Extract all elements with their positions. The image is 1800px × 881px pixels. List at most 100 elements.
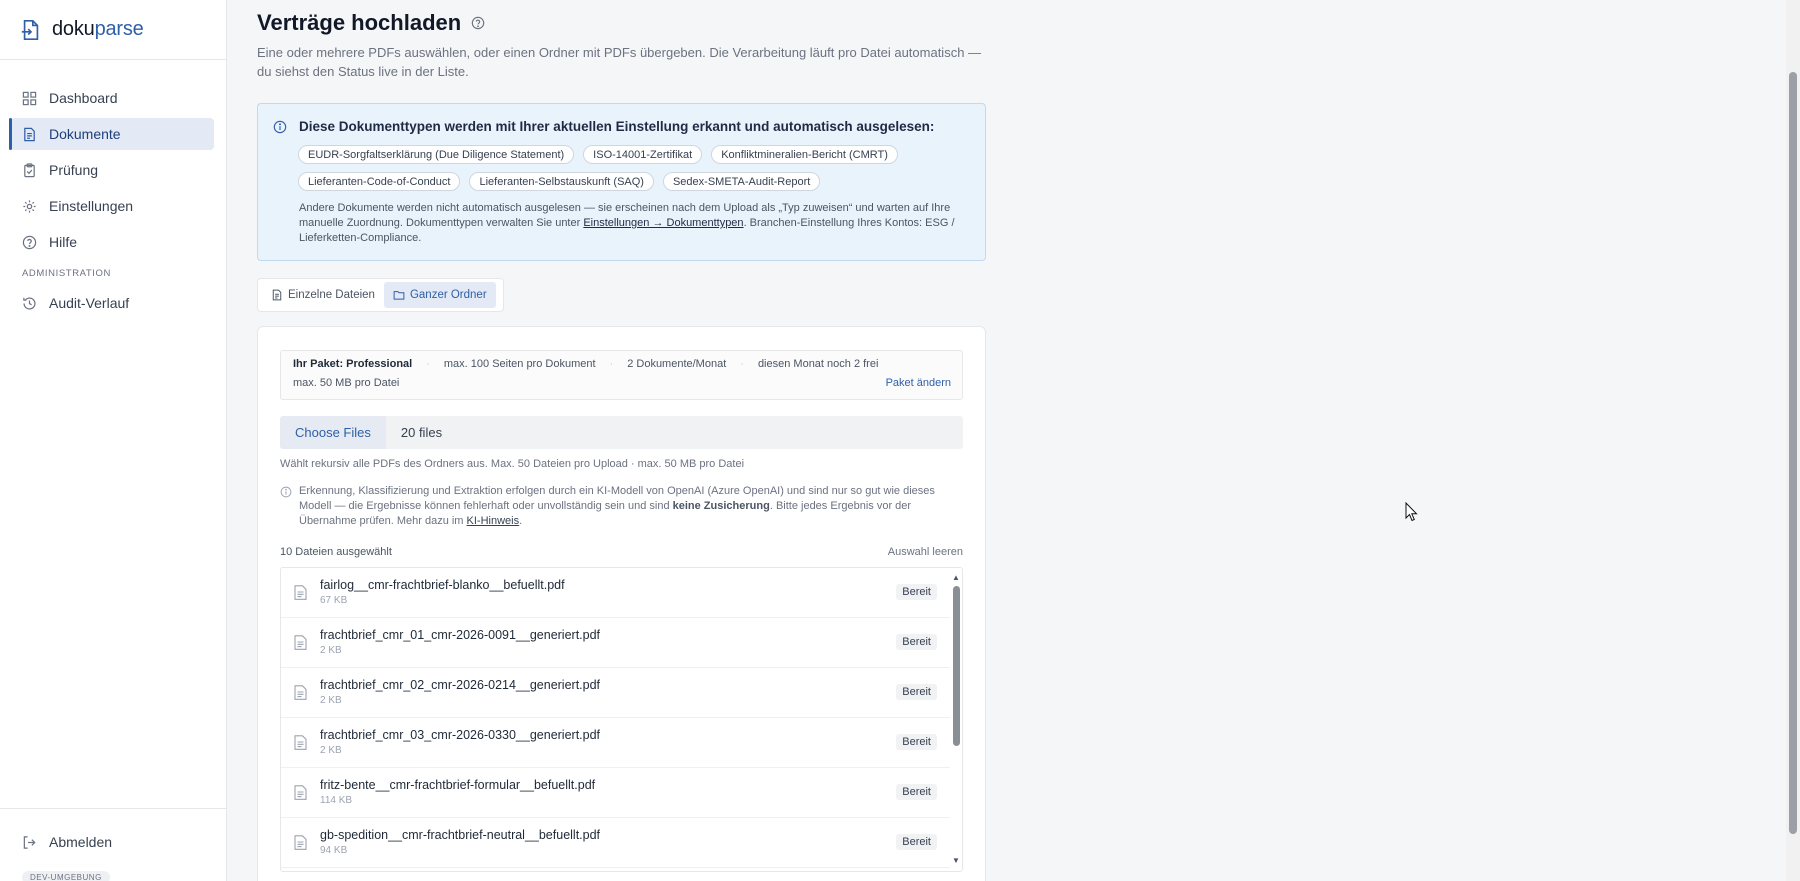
plan-remaining: diesen Monat noch 2 frei bbox=[757, 358, 879, 370]
doc-type-chip: Konfliktmineralien-Bericht (CMRT) bbox=[711, 145, 898, 164]
logout-icon bbox=[23, 835, 36, 849]
upload-hint: Wählt rekursiv alle PDFs des Ordners aus… bbox=[280, 458, 745, 470]
env-badge: DEV-UMGEBUNG bbox=[22, 871, 110, 881]
page-subtitle: Eine oder mehrere PDFs auswählen, oder e… bbox=[257, 45, 982, 79]
ai-disclaimer: Erkennung, Klassifizierung und Extraktio… bbox=[280, 484, 963, 529]
pdf-file-icon bbox=[294, 585, 307, 600]
folder-icon bbox=[393, 291, 405, 300]
help-circle-icon[interactable] bbox=[471, 16, 485, 30]
list-item: fritz-bente__cmr-frachtbrief-formular__b… bbox=[281, 768, 962, 818]
sidebar-item-label: Audit-Verlauf bbox=[49, 295, 130, 311]
separator: · bbox=[609, 358, 614, 370]
doc-type-chip: Lieferanten-Code-of-Conduct bbox=[298, 172, 461, 191]
sidebar-item-audit-verlauf[interactable]: Audit-Verlauf bbox=[10, 287, 214, 319]
file-size: 2 KB bbox=[320, 745, 342, 756]
tab-whole-folder[interactable]: Ganzer Ordner bbox=[383, 282, 496, 308]
list-item: gb-spedition__cmr-frachtbrief-neutral__b… bbox=[281, 818, 962, 868]
list-scrollbar[interactable]: ▲ ▼ bbox=[950, 568, 962, 871]
mouse-cursor-icon bbox=[1405, 502, 1418, 522]
sidebar-item-dokumente[interactable]: Dokumente bbox=[9, 118, 214, 150]
pdf-file-icon bbox=[294, 685, 307, 700]
file-name: gb-spedition__cmr-frachtbrief-neutral__b… bbox=[320, 828, 601, 842]
plan-docs-limit: 2 Dokumente/Monat bbox=[627, 358, 727, 370]
pdf-file-icon bbox=[294, 635, 307, 650]
doc-types-settings-link[interactable]: Einstellungen → Dokumenttypen bbox=[583, 217, 743, 229]
sidebar-item-label: Dashboard bbox=[49, 90, 118, 106]
folder-file-input[interactable]: Choose Files 20 files bbox=[280, 416, 963, 449]
list-scrollbar-thumb[interactable] bbox=[953, 586, 960, 746]
tab-label: Einzelne Dateien bbox=[288, 289, 375, 301]
gear-icon bbox=[23, 199, 36, 213]
sidebar-item-einstellungen[interactable]: Einstellungen bbox=[10, 190, 214, 222]
page-scrollbar-thumb[interactable] bbox=[1789, 72, 1797, 834]
ai-disclaimer-bold: keine Zusicherung bbox=[672, 500, 770, 512]
plan-limits: Ihr Paket: Professional · max. 100 Seite… bbox=[293, 358, 878, 370]
clipboard-check-icon bbox=[24, 162, 35, 177]
sidebar: dokuparse Dashboard Dokumente Prüfung Ei… bbox=[0, 0, 227, 881]
plan-size-limit: max. 50 MB pro Datei bbox=[293, 377, 400, 389]
file-name: frachtbrief_cmr_01_cmr-2026-0091__generi… bbox=[320, 628, 601, 642]
main-content: Verträge hochladen Eine oder mehrere PDF… bbox=[227, 0, 1786, 881]
help-icon bbox=[22, 235, 37, 249]
file-name: frachtbrief_cmr_03_cmr-2026-0330__generi… bbox=[320, 728, 601, 742]
file-size: 2 KB bbox=[320, 645, 342, 656]
doc-types-info-box: Diese Dokumenttypen werden mit Ihrer akt… bbox=[257, 103, 986, 261]
logout-button[interactable]: Abmelden bbox=[10, 826, 214, 858]
history-icon bbox=[23, 296, 36, 309]
status-badge: Bereit bbox=[896, 684, 937, 700]
file-name: fritz-bente__cmr-frachtbrief-formular__b… bbox=[320, 778, 596, 792]
clear-selection-link[interactable]: Auswahl leeren bbox=[888, 546, 963, 558]
separator: · bbox=[426, 358, 430, 370]
sidebar-item-dashboard[interactable]: Dashboard bbox=[10, 82, 214, 114]
status-badge: Bereit bbox=[896, 584, 937, 600]
document-icon bbox=[24, 127, 35, 141]
doc-type-chip: ISO-14001-Zertifikat bbox=[583, 145, 703, 164]
status-badge: Bereit bbox=[896, 834, 937, 850]
chip-row: Lieferanten-Code-of-Conduct Lieferanten-… bbox=[298, 172, 978, 191]
page-title-text: Verträge hochladen bbox=[257, 10, 462, 35]
sidebar-item-hilfe[interactable]: Hilfe bbox=[10, 226, 214, 258]
list-item: frachtbrief_cmr_03_cmr-2026-0330__generi… bbox=[281, 718, 962, 768]
upload-mode-tabs: Einzelne Dateien Ganzer Ordner bbox=[257, 278, 504, 312]
status-badge: Bereit bbox=[896, 634, 937, 650]
info-title: Diese Dokumenttypen werden mit Ihrer akt… bbox=[299, 119, 935, 134]
doc-type-chip: Lieferanten-Selbstauskunft (SAQ) bbox=[469, 172, 654, 191]
scroll-down-arrow-icon[interactable]: ▼ bbox=[952, 857, 960, 865]
file-icon bbox=[272, 289, 282, 301]
pdf-file-icon bbox=[294, 785, 307, 800]
file-size: 94 KB bbox=[320, 845, 348, 856]
chip-row: EUDR-Sorgfaltserklärung (Due Diligence S… bbox=[298, 145, 978, 164]
change-plan-link[interactable]: Paket ändern bbox=[886, 377, 951, 389]
page-scrollbar[interactable] bbox=[1786, 0, 1800, 881]
sidebar-footer: Abmelden bbox=[0, 808, 226, 862]
scroll-up-arrow-icon[interactable]: ▲ bbox=[952, 574, 960, 582]
brand[interactable]: dokuparse bbox=[0, 0, 226, 60]
doc-type-chips: EUDR-Sorgfaltserklärung (Due Diligence S… bbox=[298, 145, 978, 199]
separator: · bbox=[740, 358, 744, 370]
brand-name: dokuparse bbox=[52, 18, 144, 40]
ai-disclaimer-end: . bbox=[519, 515, 523, 527]
choose-files-button[interactable]: Choose Files bbox=[280, 416, 386, 449]
pdf-file-icon bbox=[294, 735, 307, 750]
plan-pages-limit: max. 100 Seiten pro Dokument bbox=[443, 358, 596, 370]
pdf-file-icon bbox=[294, 835, 307, 850]
sidebar-item-pruefung[interactable]: Prüfung bbox=[10, 154, 214, 186]
info-icon bbox=[280, 486, 292, 498]
ai-notice-link[interactable]: KI-Hinweis bbox=[467, 515, 520, 527]
file-size: 2 KB bbox=[320, 695, 342, 706]
main-nav: Dashboard Dokumente Prüfung Einstellunge… bbox=[0, 60, 226, 319]
file-size: 67 KB bbox=[320, 595, 348, 606]
file-size: 114 KB bbox=[320, 795, 353, 806]
file-name: frachtbrief_cmr_02_cmr-2026-0214__generi… bbox=[320, 678, 601, 692]
list-item: frachtbrief_cmr_02_cmr-2026-0214__generi… bbox=[281, 668, 962, 718]
info-note: Andere Dokumente werden nicht automatisc… bbox=[299, 201, 979, 246]
sidebar-item-label: Prüfung bbox=[49, 162, 99, 178]
tab-label: Ganzer Ordner bbox=[409, 289, 487, 301]
doc-type-chip: Sedex-SMETA-Audit-Report bbox=[662, 172, 821, 191]
status-badge: Bereit bbox=[896, 734, 937, 750]
sidebar-item-label: Hilfe bbox=[49, 234, 78, 250]
doc-type-chip: EUDR-Sorgfaltserklärung (Due Diligence S… bbox=[298, 145, 575, 164]
tab-single-files[interactable]: Einzelne Dateien bbox=[262, 282, 384, 308]
sidebar-section-admin: ADMINISTRATION bbox=[22, 268, 111, 279]
selection-count: 10 Dateien ausgewählt bbox=[280, 546, 392, 558]
